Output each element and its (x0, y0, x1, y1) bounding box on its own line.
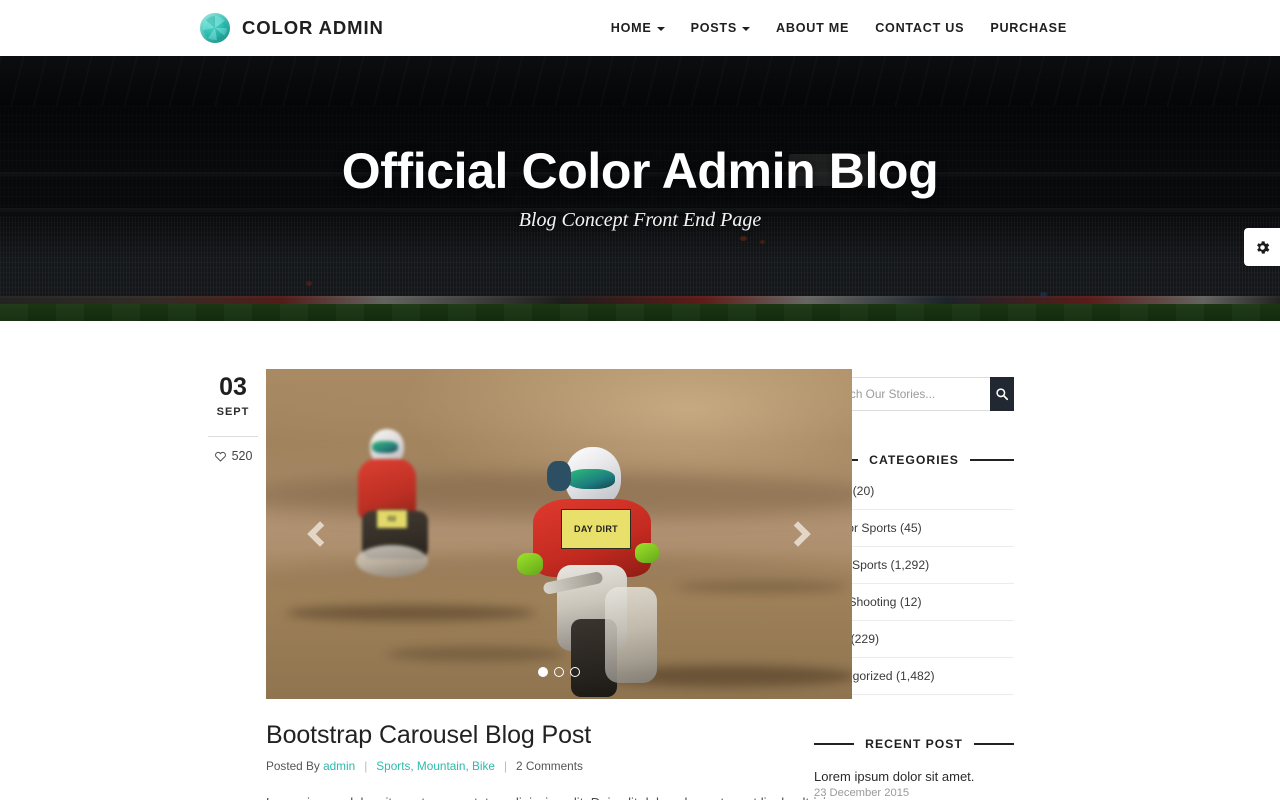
divider-line (973, 743, 1014, 745)
divider-line (814, 743, 855, 745)
post-meta-separator: | (364, 759, 368, 773)
carousel-indicator-2[interactable] (554, 667, 564, 677)
foreground-rider: DAY DIRT (509, 447, 699, 697)
carousel-indicator-1[interactable] (538, 667, 548, 677)
brand-name: COLOR ADMIN (242, 17, 384, 38)
track-rut (676, 581, 846, 593)
recent-post-item-date: 23 December 2015 (814, 787, 910, 799)
categories-title-text: CATEGORIES (869, 453, 959, 467)
post-date-month: SEPT (216, 406, 250, 418)
carousel-indicators (266, 667, 852, 677)
chevron-left-icon (307, 521, 333, 547)
brand-logo-link[interactable]: COLOR ADMIN (200, 0, 384, 56)
post-excerpt: Lorem ipsum dolor sit amet, consectetur … (266, 791, 852, 800)
nav-item-posts-label: POSTS (690, 21, 738, 35)
search-button[interactable] (990, 377, 1014, 411)
chevron-down-icon (742, 27, 751, 31)
nav-item-purchase[interactable]: PURCHASE (977, 0, 1080, 56)
main-content-column: 03 SEPT 520 02 DAY DIRT Bootstrap Carous… (200, 369, 852, 800)
recent-post-item: Lorem ipsum dolor sit amet. 23 December … (814, 757, 1014, 799)
divider-line (969, 459, 1014, 461)
nav-item-home[interactable]: HOME (598, 0, 678, 56)
carousel-prev-button[interactable] (300, 508, 340, 560)
post-meta-posted-by-label: Posted By (266, 759, 320, 773)
nav-item-about-me[interactable]: ABOUT ME (763, 0, 862, 56)
recent-post-widget-title: RECENT POST (814, 737, 1014, 751)
settings-toggle-button[interactable] (1244, 228, 1280, 266)
post-date-day: 03 (219, 373, 247, 401)
post-likes-button[interactable]: 520 (200, 449, 266, 463)
recent-post-item-title[interactable]: Lorem ipsum dolor sit amet. (814, 769, 1014, 784)
carousel-indicator-3[interactable] (570, 667, 580, 677)
post-tags-link[interactable]: Sports, Mountain, Bike (376, 759, 495, 773)
track-rut (286, 605, 536, 621)
chevron-right-icon (785, 521, 811, 547)
hero-subtitle: Blog Concept Front End Page (518, 209, 762, 232)
post-meta-separator: | (503, 759, 508, 773)
hero-content: Official Color Admin Blog Blog Concept F… (0, 56, 1280, 321)
nav-item-about-me-label: ABOUT ME (776, 21, 850, 35)
blog-post: 02 DAY DIRT Bootstrap Carousel Blog Post… (266, 369, 852, 800)
post-comments-count[interactable]: 2 Comments (516, 759, 583, 773)
search-icon (996, 388, 1009, 401)
hero-banner: Official Color Admin Blog Blog Concept F… (0, 56, 1280, 321)
nav-item-purchase-label: PURCHASE (990, 21, 1067, 35)
gear-icon (1256, 240, 1269, 254)
nav-item-contact-us[interactable]: CONTACT US (862, 0, 977, 56)
nav-item-home-label: HOME (610, 21, 652, 35)
post-title[interactable]: Bootstrap Carousel Blog Post (266, 721, 852, 750)
chevron-down-icon (656, 27, 665, 31)
post-author-link[interactable]: admin (323, 759, 355, 773)
post-date-column: 03 SEPT 520 (200, 369, 266, 463)
heart-outline-icon (214, 451, 226, 462)
divider (208, 436, 258, 437)
top-navigation-bar: COLOR ADMIN HOME POSTS ABOUT ME CONTACT … (0, 0, 1280, 56)
color-admin-gem-icon (200, 13, 230, 43)
background-rider: 02 (348, 429, 468, 594)
post-likes-count: 520 (231, 449, 253, 463)
recent-post-title-text: RECENT POST (865, 737, 963, 751)
carousel-next-button[interactable] (778, 508, 818, 560)
post-carousel[interactable]: 02 DAY DIRT (266, 369, 852, 699)
post-meta: Posted By admin | Sports, Mountain, Bike… (266, 759, 852, 773)
nav-item-posts[interactable]: POSTS (678, 0, 763, 56)
page-body: 03 SEPT 520 02 DAY DIRT Bootstrap Carous… (0, 321, 1280, 800)
nav-item-contact-us-label: CONTACT US (875, 21, 965, 35)
hero-title: Official Color Admin Blog (341, 142, 939, 199)
main-navigation-menu: HOME POSTS ABOUT ME CONTACT US PURCHASE (598, 0, 1080, 56)
